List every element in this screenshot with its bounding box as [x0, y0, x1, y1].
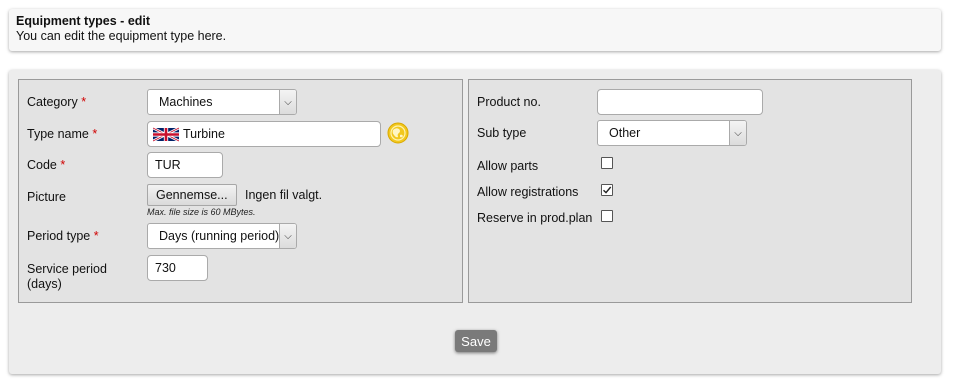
required-marker: * — [92, 127, 98, 141]
page-subtitle: You can edit the equipment type here. — [16, 29, 227, 43]
service-period-label: Service period (days) — [27, 262, 107, 291]
reserve-prod-plan-label: Reserve in prod.plan — [477, 211, 593, 225]
picture-label: Picture — [27, 190, 66, 204]
page-header: Equipment types - edit You can edit the … — [9, 9, 941, 51]
page-title: Equipment types - edit — [16, 14, 151, 28]
required-marker: * — [93, 229, 99, 243]
category-label: Category * — [27, 95, 87, 109]
globe-translate-icon[interactable] — [387, 122, 409, 144]
browse-file-button[interactable]: Gennemse... — [147, 184, 237, 206]
checkmark-icon — [603, 186, 612, 194]
allow-parts-label: Allow parts — [477, 159, 539, 173]
edit-form-panel: Category * Machines ⌵ Type name * Turbin… — [9, 70, 941, 374]
code-value: TUR — [155, 158, 181, 172]
period-type-label: Period type * — [27, 229, 99, 243]
save-button[interactable]: Save — [455, 330, 497, 352]
code-input[interactable]: TUR — [147, 152, 223, 178]
required-marker: * — [81, 95, 87, 109]
sub-type-select[interactable]: Other ⌵ — [597, 120, 747, 146]
general-fields-box: Category * Machines ⌵ Type name * Turbin… — [18, 79, 463, 303]
chevron-down-icon: ⌵ — [729, 121, 746, 145]
options-fields-box: Product no. Sub type Other ⌵ Allow parts… — [468, 79, 912, 303]
period-type-select[interactable]: Days (running period) ⌵ — [147, 223, 297, 249]
chevron-down-icon: ⌵ — [279, 224, 296, 248]
file-status-text: Ingen fil valgt. — [245, 188, 323, 202]
allow-registrations-checkbox[interactable] — [601, 184, 613, 196]
chevron-down-icon: ⌵ — [279, 90, 296, 114]
type-name-value: Turbine — [183, 127, 225, 141]
sub-type-value: Other — [609, 126, 641, 140]
code-label: Code * — [27, 158, 66, 172]
product-no-input[interactable] — [597, 89, 763, 115]
service-period-value: 730 — [155, 261, 176, 275]
service-period-input[interactable]: 730 — [147, 255, 208, 281]
product-no-label: Product no. — [477, 95, 541, 109]
category-value: Machines — [159, 95, 213, 109]
sub-type-label: Sub type — [477, 126, 527, 140]
file-size-note: Max. file size is 60 MBytes. — [147, 207, 256, 217]
reserve-prod-plan-checkbox[interactable] — [601, 210, 613, 222]
allow-parts-checkbox[interactable] — [601, 157, 613, 169]
category-select[interactable]: Machines ⌵ — [147, 89, 297, 115]
type-name-input[interactable]: Turbine — [147, 121, 381, 147]
required-marker: * — [60, 158, 66, 172]
type-name-label: Type name * — [27, 127, 98, 141]
allow-registrations-label: Allow registrations — [477, 185, 579, 199]
period-type-value: Days (running period) — [159, 229, 280, 243]
uk-flag-icon — [153, 127, 179, 142]
